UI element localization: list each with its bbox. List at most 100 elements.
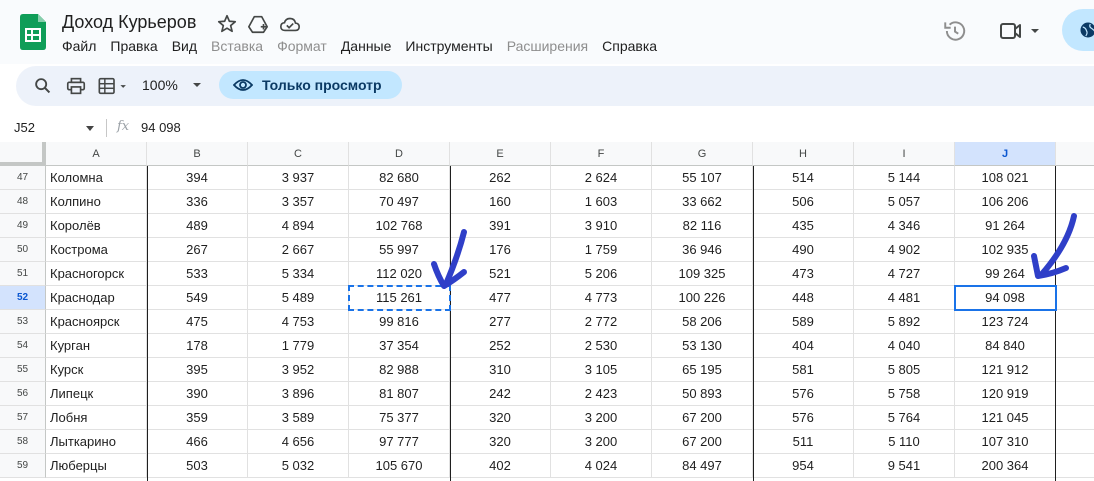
move-to-drive-icon[interactable]	[247, 13, 269, 35]
cell-a56[interactable]: Липецк	[46, 382, 147, 406]
cell-g53[interactable]: 58 206	[652, 310, 753, 334]
cell-d56[interactable]: 81 807	[349, 382, 450, 406]
cell-b50[interactable]: 267	[147, 238, 248, 262]
cell-k52[interactable]	[1056, 286, 1094, 310]
cell-e57[interactable]: 320	[450, 406, 551, 430]
cell-k49[interactable]	[1056, 214, 1094, 238]
cell-d51[interactable]: 112 020	[349, 262, 450, 286]
formula-input[interactable]: 94 098	[141, 120, 181, 135]
cell-g59[interactable]: 84 497	[652, 454, 753, 478]
column-header-f[interactable]: F	[551, 142, 652, 166]
cell-h50[interactable]: 490	[753, 238, 854, 262]
row-header[interactable]: 47	[0, 166, 46, 190]
cell-b47[interactable]: 394	[147, 166, 248, 190]
cell-d55[interactable]: 82 988	[349, 358, 450, 382]
cell-h55[interactable]: 581	[753, 358, 854, 382]
menu-tools[interactable]: Инструменты	[398, 36, 499, 56]
cell-a52[interactable]: Краснодар	[46, 286, 147, 310]
cell-j58[interactable]: 107 310	[955, 430, 1056, 454]
cell-j57[interactable]: 121 045	[955, 406, 1056, 430]
cell-k47[interactable]	[1056, 166, 1094, 190]
cell-e56[interactable]: 242	[450, 382, 551, 406]
column-header-a[interactable]: A	[46, 142, 147, 166]
cell-h49[interactable]: 435	[753, 214, 854, 238]
cell-a47[interactable]: Коломна	[46, 166, 147, 190]
cell-f58[interactable]: 3 200	[551, 430, 652, 454]
cell-j47[interactable]: 108 021	[955, 166, 1056, 190]
cell-b54[interactable]: 178	[147, 334, 248, 358]
cell-j49[interactable]: 91 264	[955, 214, 1056, 238]
column-header-e[interactable]: E	[450, 142, 551, 166]
cell-g51[interactable]: 109 325	[652, 262, 753, 286]
cell-e58[interactable]: 320	[450, 430, 551, 454]
cell-h57[interactable]: 576	[753, 406, 854, 430]
cell-e50[interactable]: 176	[450, 238, 551, 262]
cell-h47[interactable]: 514	[753, 166, 854, 190]
cell-d50[interactable]: 55 997	[349, 238, 450, 262]
cell-c52[interactable]: 5 489	[248, 286, 349, 310]
cell-i50[interactable]: 4 902	[854, 238, 955, 262]
cell-e49[interactable]: 391	[450, 214, 551, 238]
cell-a53[interactable]: Красноярск	[46, 310, 147, 334]
cell-j53[interactable]: 123 724	[955, 310, 1056, 334]
cell-g52[interactable]: 100 226	[652, 286, 753, 310]
cell-c56[interactable]: 3 896	[248, 382, 349, 406]
menu-edit[interactable]: Правка	[103, 36, 164, 56]
cell-f51[interactable]: 5 206	[551, 262, 652, 286]
cell-k53[interactable]	[1056, 310, 1094, 334]
cell-j56[interactable]: 120 919	[955, 382, 1056, 406]
cell-f59[interactable]: 4 024	[551, 454, 652, 478]
cell-k51[interactable]	[1056, 262, 1094, 286]
cell-d48[interactable]: 70 497	[349, 190, 450, 214]
cell-c59[interactable]: 5 032	[248, 454, 349, 478]
cell-f48[interactable]: 1 603	[551, 190, 652, 214]
cell-b48[interactable]: 336	[147, 190, 248, 214]
cell-e55[interactable]: 310	[450, 358, 551, 382]
cell-k54[interactable]	[1056, 334, 1094, 358]
cell-a57[interactable]: Лобня	[46, 406, 147, 430]
cell-k55[interactable]	[1056, 358, 1094, 382]
row-header[interactable]: 54	[0, 334, 46, 358]
cell-k58[interactable]	[1056, 430, 1094, 454]
name-box[interactable]: J52	[14, 120, 35, 135]
cell-f50[interactable]: 1 759	[551, 238, 652, 262]
column-header-j[interactable]: J	[955, 142, 1056, 166]
cell-e59[interactable]: 402	[450, 454, 551, 478]
cell-f49[interactable]: 3 910	[551, 214, 652, 238]
cell-a51[interactable]: Красногорск	[46, 262, 147, 286]
cell-f57[interactable]: 3 200	[551, 406, 652, 430]
cell-b57[interactable]: 359	[147, 406, 248, 430]
cell-d52[interactable]: 115 261	[349, 286, 450, 310]
cell-d59[interactable]: 105 670	[349, 454, 450, 478]
search-icon[interactable]	[32, 75, 54, 97]
cell-a54[interactable]: Курган	[46, 334, 147, 358]
cell-h56[interactable]: 576	[753, 382, 854, 406]
column-header-k[interactable]	[1056, 142, 1094, 166]
cell-h53[interactable]: 589	[753, 310, 854, 334]
row-header[interactable]: 58	[0, 430, 46, 454]
column-header-c[interactable]: C	[248, 142, 349, 166]
cell-h48[interactable]: 506	[753, 190, 854, 214]
sheets-logo-icon[interactable]	[20, 14, 46, 50]
table-view-icon[interactable]	[95, 75, 133, 97]
row-header[interactable]: 57	[0, 406, 46, 430]
cell-e51[interactable]: 521	[450, 262, 551, 286]
cell-h54[interactable]: 404	[753, 334, 854, 358]
cell-g58[interactable]: 67 200	[652, 430, 753, 454]
cell-i51[interactable]: 4 727	[854, 262, 955, 286]
star-icon[interactable]	[216, 13, 238, 35]
cell-a48[interactable]: Колпино	[46, 190, 147, 214]
cell-e48[interactable]: 160	[450, 190, 551, 214]
share-button[interactable]	[1062, 9, 1094, 51]
cell-c48[interactable]: 3 357	[248, 190, 349, 214]
name-box-dropdown-icon[interactable]	[86, 126, 94, 131]
cell-h52[interactable]: 448	[753, 286, 854, 310]
cell-j51[interactable]: 99 264	[955, 262, 1056, 286]
cell-d49[interactable]: 102 768	[349, 214, 450, 238]
cell-b59[interactable]: 503	[147, 454, 248, 478]
cell-b55[interactable]: 395	[147, 358, 248, 382]
cell-i52[interactable]: 4 481	[854, 286, 955, 310]
cell-i53[interactable]: 5 892	[854, 310, 955, 334]
column-header-g[interactable]: G	[652, 142, 753, 166]
cell-k59[interactable]	[1056, 454, 1094, 478]
